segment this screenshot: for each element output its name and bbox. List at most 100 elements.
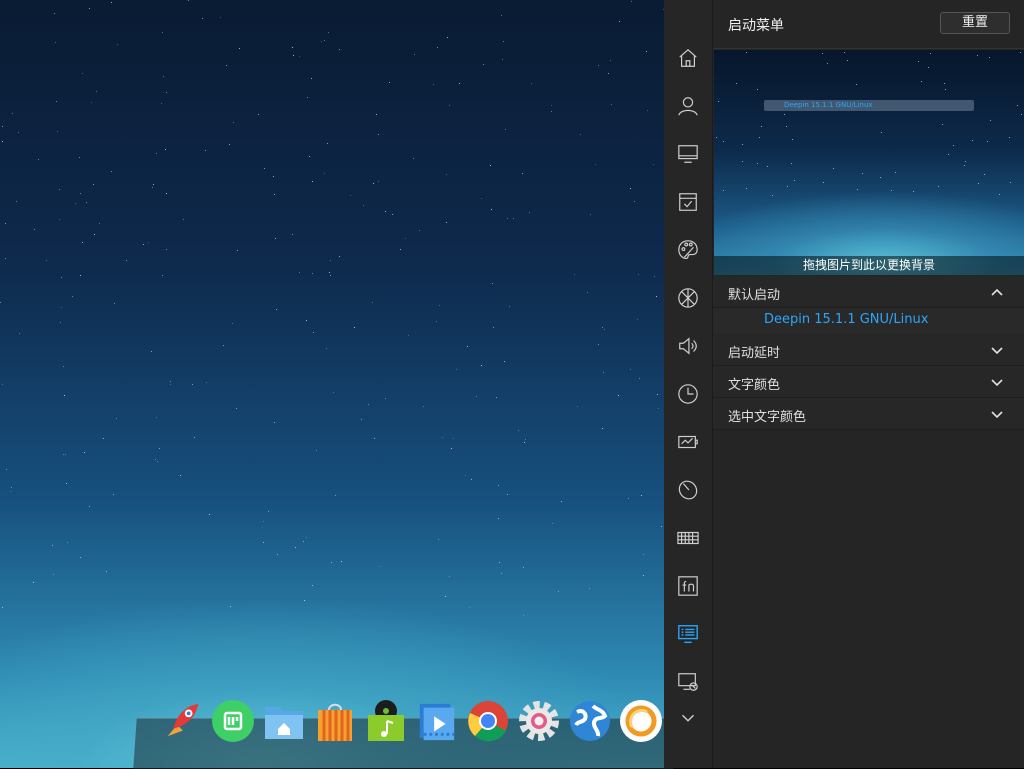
home-icon[interactable] [676,46,700,70]
star [498,485,500,487]
clock-icon[interactable] [676,382,700,406]
star [305,536,307,538]
star [10,490,12,492]
settings-gear-icon[interactable] [518,700,560,742]
star [984,173,986,175]
star [299,272,301,274]
launcher-rocket-icon[interactable] [160,700,202,742]
browser-globe-icon[interactable] [569,700,611,742]
star [86,201,88,203]
star [98,223,100,225]
star [388,81,390,83]
star [150,350,152,352]
monitor-icon[interactable] [676,142,700,166]
star [328,32,330,34]
star [647,110,649,112]
star [722,141,724,143]
star [653,164,655,166]
star [493,326,495,328]
star [164,149,166,151]
star [597,65,599,66]
keyboard-icon[interactable] [676,526,700,550]
power-icon[interactable] [676,430,700,454]
star [360,419,362,421]
star [312,181,314,183]
star [445,595,447,597]
star [792,138,794,140]
section-boot-delay[interactable]: 启动延时 [713,334,1024,366]
sound-icon[interactable] [676,334,700,358]
star [630,1,632,3]
section-text-color[interactable]: 文字颜色 [713,366,1024,398]
star [947,154,949,156]
star [790,163,792,165]
star [169,381,171,383]
star [236,250,238,252]
fn-icon[interactable] [676,574,700,598]
user-icon[interactable] [676,94,700,118]
video-player-icon[interactable] [416,700,458,742]
reset-button[interactable]: 重置 [940,12,1010,34]
mouse-icon[interactable] [676,478,700,502]
star [832,167,834,169]
star [311,77,313,79]
app-store-bag-icon[interactable] [314,700,356,742]
star [502,41,504,43]
star [821,52,823,54]
star [843,51,845,53]
boot-menu-icon[interactable] [676,622,700,646]
star [335,495,337,497]
star [576,405,578,407]
star [159,447,161,449]
star [604,329,606,331]
star [745,188,747,190]
boot-entry-label: Deepin 15.1.1 GNU/Linux [764,312,929,327]
star [589,213,591,215]
star [350,195,352,197]
star [786,186,788,188]
star [630,188,632,190]
star [302,540,304,542]
system-info-icon[interactable] [676,670,700,694]
star [746,52,748,54]
star [299,55,301,57]
star [79,192,81,194]
star [332,392,334,394]
boot-entry-item[interactable]: Deepin 15.1.1 GNU/Linux [713,308,1024,335]
star [93,234,95,236]
star [112,493,114,495]
star [5,468,7,470]
star [1020,52,1022,54]
section-default-boot[interactable]: 默认启动 [713,276,1024,308]
boot-background-preview[interactable]: Deepin 15.1.1 GNU/Linux 拖拽图片到此以更换背景 [714,50,1024,275]
personalization-icon[interactable] [676,238,700,262]
star [529,211,531,213]
star [232,121,234,123]
network-icon[interactable] [676,286,700,310]
star [483,64,485,65]
star [531,83,533,85]
star [645,51,647,53]
star [856,84,858,86]
star [499,561,501,563]
star [862,172,864,174]
file-manager-icon[interactable] [263,700,305,742]
chevron-down-icon[interactable] [676,706,700,730]
star [57,130,59,132]
star [435,320,437,322]
music-icon[interactable] [365,700,407,742]
star [372,183,374,185]
star [617,395,619,397]
default-apps-icon[interactable] [676,190,700,214]
star [524,438,526,440]
deepin-store-green-icon[interactable] [212,700,254,742]
chrome-icon[interactable] [467,700,509,742]
star [263,521,265,523]
star [208,513,210,515]
star [15,200,17,202]
orange-ring-icon[interactable] [620,700,662,742]
star [258,114,260,116]
section-selected-text-color[interactable]: 选中文字颜色 [713,398,1024,430]
star [660,525,662,527]
star [446,221,448,223]
